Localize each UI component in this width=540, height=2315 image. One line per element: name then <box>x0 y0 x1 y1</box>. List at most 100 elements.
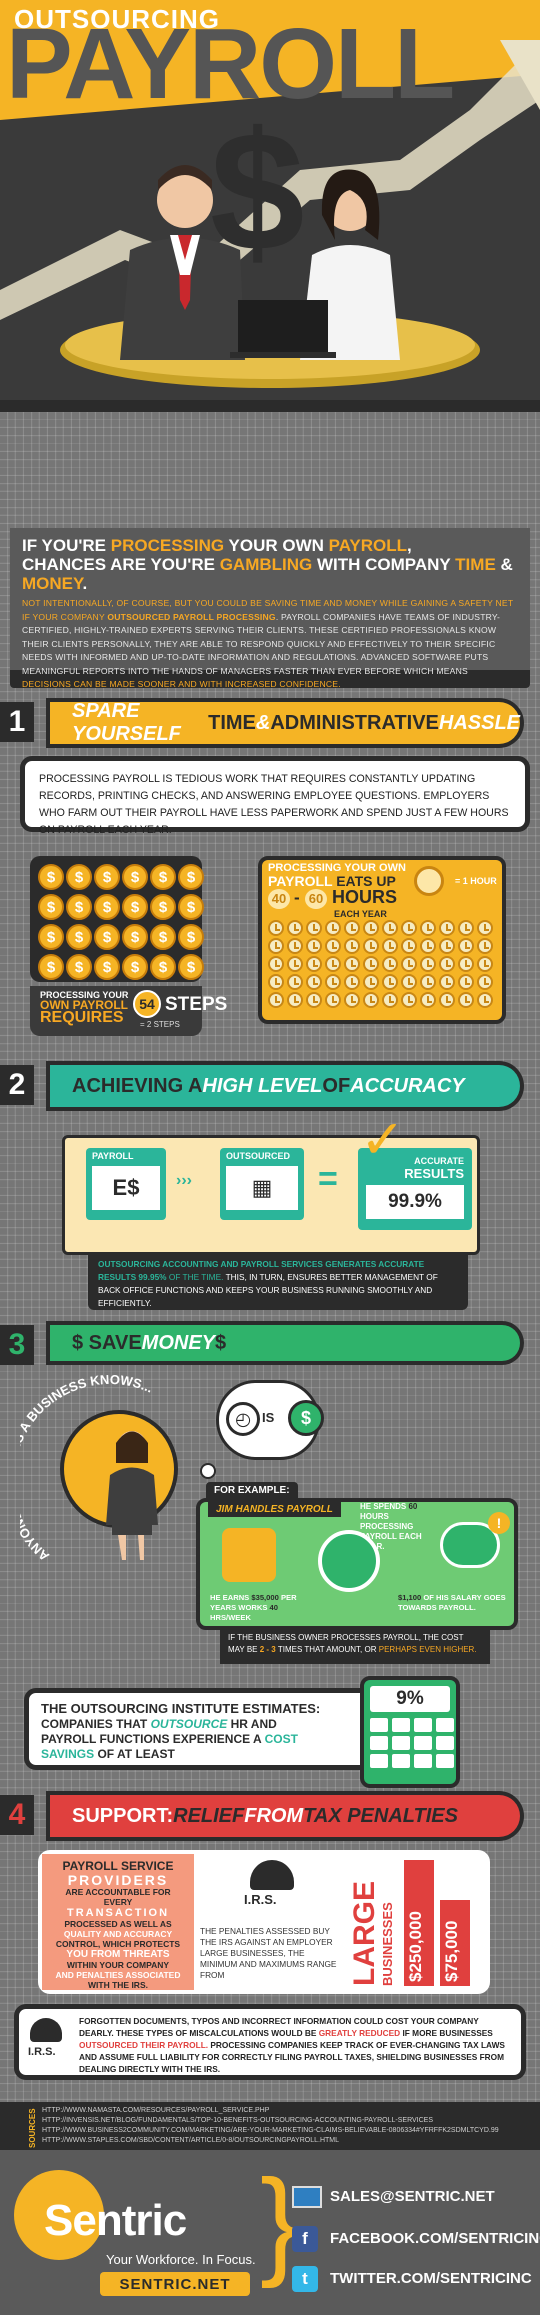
forgotten-box: FORGOTTEN DOCUMENTS, TYPOS AND INCORRECT… <box>14 2004 526 2080</box>
s2-title-b: HIGH LEVEL <box>202 1074 323 1097</box>
cost-box: IF THE BUSINESS OWNER PROCESSES PAYROLL,… <box>220 1628 490 1664</box>
spends-2: 60 <box>408 1502 418 1511</box>
brand-name: Sentric <box>44 2196 187 2245</box>
section-2-banner: ACHIEVING A HIGH LEVEL OF ACCURACY <box>50 1065 520 1107</box>
coin-icon: $ <box>150 864 176 890</box>
facebook-icon: f <box>292 2226 318 2252</box>
clock-icon <box>363 956 379 972</box>
clock-icon <box>306 974 322 990</box>
intro-p1-highlight: OUTSOURCED PAYROLL PROCESSING <box>107 611 276 622</box>
clock-icon <box>287 974 303 990</box>
coin-icon: $ <box>122 864 148 890</box>
twitter-link[interactable]: TWITTER.COM/SENTRICINC <box>330 2270 532 2287</box>
s3-title-a: $ SAVE <box>72 1331 142 1354</box>
coin-icon: $ <box>178 954 204 980</box>
s1-text: PROCESSING PAYROLL IS TEDIOUS WORK THAT … <box>39 773 509 836</box>
source-4[interactable]: HTTP://WWW.STAPLES.COM/SBD/CONTENT/ARTIC… <box>42 2136 532 2146</box>
s3-title-b: MONEY <box>141 1331 216 1354</box>
oi-l2c: HR AND <box>227 1717 277 1731</box>
steps-count: 54 <box>133 990 161 1018</box>
intro-p2-highlight: DECISIONS CAN BE MADE SOONER AND WITH IN… <box>22 679 341 689</box>
calculator-key <box>436 1718 454 1732</box>
salary-1: $1,100 <box>398 1593 422 1602</box>
coin-icon: $ <box>38 954 64 980</box>
salary-text: $1,100 OF HIS SALARY GOES TOWARDS PAYROL… <box>398 1593 510 1613</box>
clock-icon <box>439 938 455 954</box>
checkmark-icon: ✓ <box>360 1110 406 1170</box>
forg-3: IF MORE BUSINESSES <box>402 2028 493 2038</box>
clock-icon <box>382 938 398 954</box>
jim-label: JIM HANDLES PAYROLL <box>208 1502 341 1517</box>
outsourced-label: OUTSOURCED <box>226 1151 291 1161</box>
clock-icon <box>401 992 417 1008</box>
clock-icon <box>287 956 303 972</box>
section-1-banner: SPARE YOURSELF TIME & ADMINISTRATIVE HAS… <box>50 700 520 745</box>
intro-h1-a: IF YOU'RE <box>22 536 111 555</box>
cost-4: PERHAPS EVEN HIGHER. <box>378 1645 477 1654</box>
clock-icon <box>268 992 284 1008</box>
payroll-icon: E$ <box>92 1166 160 1210</box>
businesses-word: BUSINESSES <box>380 1902 395 1986</box>
clock-icon <box>477 992 493 1008</box>
clock-icon <box>363 920 379 936</box>
prov-11: WITH THE IRS. <box>88 1980 148 1990</box>
clock-icon <box>401 956 417 972</box>
clock-icon <box>458 974 474 990</box>
clock-icon <box>344 938 360 954</box>
coin-icon: $ <box>66 894 92 920</box>
accuracy-textbox: OUTSOURCING ACCOUNTING AND PAYROLL SERVI… <box>88 1252 468 1310</box>
section-1-textbox: PROCESSING PAYROLL IS TEDIOUS WORK THAT … <box>20 756 530 836</box>
facebook-link[interactable]: FACEBOOK.COM/SENTRICINC <box>330 2230 540 2247</box>
prov-3: ARE ACCOUNTABLE FOR EVERY <box>65 1887 171 1907</box>
arrows-icon: ››› <box>176 1172 192 1189</box>
prov-5: PROCESSED AS WELL AS <box>64 1919 172 1929</box>
calculator-key <box>436 1736 454 1750</box>
coin-icon: $ <box>66 954 92 980</box>
intro-h2-f: MONEY <box>22 574 83 593</box>
calculator-icon: ▦ <box>226 1166 298 1210</box>
steps-req3: REQUIRES <box>40 1009 124 1026</box>
coin-icon: $ <box>94 954 120 980</box>
coin-icon: $ <box>94 864 120 890</box>
clock-icon <box>306 938 322 954</box>
intro-h1-b: PROCESSING <box>110 536 225 555</box>
s4-title-b: RELIEF <box>173 1804 245 1827</box>
source-1[interactable]: HTTP://WWW.NAMASTA.COM/RESOURCES/PAYROLL… <box>42 2106 532 2116</box>
coin-icon: $ <box>122 894 148 920</box>
website-link[interactable]: SENTRIC.NET <box>100 2272 250 2296</box>
money-icon: $ <box>288 1400 324 1436</box>
clock-icon <box>363 938 379 954</box>
intro-h2-c: WITH COMPANY <box>312 555 456 574</box>
source-3[interactable]: HTTP://WWW.BUSINESS2COMMUNITY.COM/MARKET… <box>42 2126 532 2136</box>
clock-icon <box>458 938 474 954</box>
email-link[interactable]: SALES@SENTRIC.NET <box>330 2188 495 2205</box>
coin-icon: $ <box>66 864 92 890</box>
s1-title-c: & <box>255 711 271 734</box>
source-2[interactable]: HTTP://INVENSIS.NET/BLOG/FUNDAMENTALS/TO… <box>42 2116 532 2126</box>
penalties-text: THE PENALTIES ASSESSED BUY THE IRS AGAIN… <box>200 1926 337 1980</box>
is-word: IS <box>262 1410 275 1425</box>
coin-icon: $ <box>38 924 64 950</box>
coin-icon: $ <box>94 894 120 920</box>
clock-icon <box>420 974 436 990</box>
clock-icon <box>420 956 436 972</box>
hero-divider <box>0 400 540 412</box>
clock-icon <box>344 956 360 972</box>
intro-body: NOT INTENTIONALLY, OF COURSE, BUT YOU CO… <box>22 597 518 692</box>
clock-icon <box>268 920 284 936</box>
steps-legend: = 2 STEPS <box>140 1020 180 1029</box>
sources-list: HTTP://WWW.NAMASTA.COM/RESOURCES/PAYROLL… <box>42 2106 532 2146</box>
clock-icon <box>477 974 493 990</box>
value-1: $250,000 <box>406 1911 425 1982</box>
clock-icon <box>401 974 417 990</box>
section-1-number: 1 <box>0 702 34 742</box>
jim-figure-icon <box>222 1528 276 1582</box>
clock-icon: ◴ <box>226 1402 260 1436</box>
clock-icon <box>382 992 398 1008</box>
calculator-key <box>392 1736 410 1750</box>
calculator-key <box>370 1736 388 1750</box>
clock-icon <box>268 938 284 954</box>
clock-icon <box>325 920 341 936</box>
payroll-monitor: PAYROLL E$ <box>86 1148 166 1220</box>
calculator-key <box>392 1718 410 1732</box>
